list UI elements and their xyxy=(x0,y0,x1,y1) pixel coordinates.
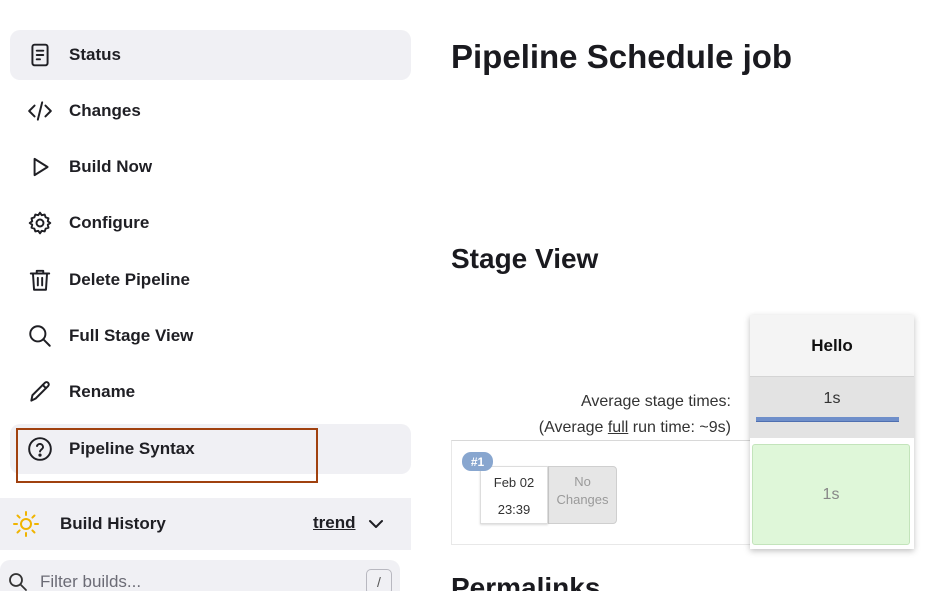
no-changes-box: No Changes xyxy=(548,466,617,524)
sidebar-item-label: Configure xyxy=(69,213,150,232)
sidebar-item-configure[interactable]: Configure xyxy=(10,198,411,248)
play-icon xyxy=(26,153,54,181)
page-title: Pipeline Schedule job xyxy=(451,38,793,75)
average-stage-times-text: Average stage times: xyxy=(580,393,731,410)
stage-column-hello: Hello 1s 1s xyxy=(750,315,914,549)
sun-icon xyxy=(13,511,39,537)
stage-header: Hello xyxy=(750,315,914,376)
sidebar-item-label: Delete Pipeline xyxy=(69,270,190,289)
average-times-label: Average stage times: (Average full run t… xyxy=(539,389,731,441)
sidebar-item-build-now[interactable]: Build Now xyxy=(10,142,411,192)
sidebar-item-status[interactable]: Status xyxy=(10,30,411,80)
pencil-icon xyxy=(26,378,54,406)
sidebar-item-changes[interactable]: Changes xyxy=(10,86,411,136)
stage-average-cell: 1s xyxy=(750,376,914,438)
sidebar-item-label: Build Now xyxy=(69,157,153,176)
trash-icon xyxy=(26,266,54,294)
stage-average-time: 1s xyxy=(823,390,841,407)
search-icon xyxy=(9,573,27,591)
chevron-down-icon[interactable] xyxy=(366,514,386,534)
build-date-box[interactable]: Feb 02 23:39 xyxy=(480,466,548,524)
sidebar: Status Changes Build Now Configure Delet… xyxy=(0,0,420,591)
sidebar-item-rename[interactable]: Rename xyxy=(10,367,411,417)
permalinks-title: Permalinks xyxy=(451,572,601,591)
stage-result-cell[interactable]: 1s xyxy=(752,444,910,545)
trend-link[interactable]: trend xyxy=(313,513,356,533)
sidebar-item-label: Status xyxy=(69,45,121,64)
filter-builds-input[interactable] xyxy=(40,572,340,591)
code-icon xyxy=(26,97,54,125)
sidebar-item-label: Full Stage View xyxy=(69,326,194,345)
build-number-badge[interactable]: #1 xyxy=(462,452,493,471)
gear-icon xyxy=(26,209,54,237)
sidebar-item-pipeline-syntax[interactable]: Pipeline Syntax xyxy=(10,424,411,474)
build-date: Feb 02 xyxy=(493,475,535,490)
sidebar-item-label: Pipeline Syntax xyxy=(69,439,195,458)
sidebar-item-label: Changes xyxy=(69,101,141,120)
build-history-title: Build History xyxy=(60,514,166,533)
build-history-header: Build History trend xyxy=(0,498,411,550)
document-icon xyxy=(26,41,54,69)
keyboard-shortcut-hint: / xyxy=(366,569,392,591)
average-full-run-time: (Average full run time: ~9s) xyxy=(538,419,731,436)
full-link[interactable]: full xyxy=(608,419,628,436)
stage-average-bar xyxy=(756,417,899,422)
search-icon xyxy=(26,322,54,350)
sidebar-item-delete-pipeline[interactable]: Delete Pipeline xyxy=(10,255,411,305)
sidebar-item-full-stage-view[interactable]: Full Stage View xyxy=(10,311,411,361)
help-circle-icon xyxy=(26,435,54,463)
build-time: 23:39 xyxy=(497,502,531,517)
stage-view-title: Stage View xyxy=(451,243,599,274)
filter-builds-box: / xyxy=(0,560,400,591)
sidebar-item-label: Rename xyxy=(69,382,136,401)
